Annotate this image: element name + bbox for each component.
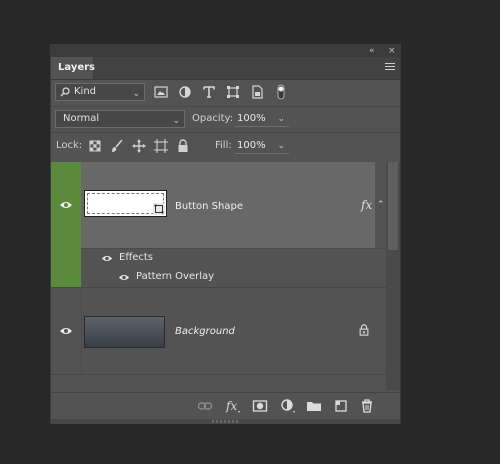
effects-row[interactable]: Effects bbox=[81, 249, 388, 268]
divider bbox=[51, 374, 388, 375]
layers-panel: « × Layers Kind ⌄ Normal ⌄ Opacity: 100%… bbox=[50, 44, 401, 424]
kind-filter-label: Kind bbox=[74, 86, 97, 97]
visibility-toggle[interactable] bbox=[51, 288, 81, 374]
lock-label: Lock: bbox=[56, 140, 83, 151]
lock-row: Lock: Fill: 100% ⌄ bbox=[51, 134, 400, 158]
chevron-down-icon: ⌄ bbox=[277, 114, 285, 124]
chevron-down-icon: ⌄ bbox=[277, 141, 285, 151]
tab-layers[interactable]: Layers bbox=[51, 57, 95, 79]
blend-row: Normal ⌄ Opacity: 100% ⌄ bbox=[51, 107, 400, 131]
lock-icon[interactable] bbox=[358, 324, 370, 336]
fill-label: Fill: bbox=[215, 140, 232, 151]
divider bbox=[51, 132, 400, 133]
filter-row: Kind ⌄ bbox=[51, 79, 400, 105]
collapse-panel-button[interactable]: « bbox=[369, 45, 375, 57]
divider bbox=[81, 288, 82, 374]
image-filter-icon[interactable] bbox=[153, 84, 169, 100]
chevron-down-icon: ⌄ bbox=[172, 116, 180, 126]
svg-text:fx: fx bbox=[225, 399, 237, 413]
layers-list: Button Shape fx ⌃ Effects Pattern Overla… bbox=[51, 162, 400, 392]
close-panel-button[interactable]: × bbox=[388, 45, 396, 57]
panel-title-bar: « × bbox=[51, 45, 400, 57]
lock-image-icon[interactable] bbox=[110, 139, 124, 153]
layer-row-button-shape[interactable]: Button Shape fx ⌃ Effects Pattern Overla… bbox=[51, 162, 388, 287]
layers-bottom-toolbar: fx bbox=[51, 392, 400, 420]
filter-toggle-icon[interactable] bbox=[273, 84, 289, 100]
lock-transparent-icon[interactable] bbox=[88, 139, 102, 153]
visibility-toggle[interactable] bbox=[51, 162, 81, 287]
new-layer-icon[interactable] bbox=[333, 398, 349, 414]
effects-label: Effects bbox=[119, 252, 153, 263]
layer-effects-fx-icon[interactable]: fx bbox=[361, 198, 372, 212]
shape-filter-icon[interactable] bbox=[225, 84, 241, 100]
blend-mode-select[interactable]: Normal ⌄ bbox=[55, 110, 185, 128]
blend-mode-value: Normal bbox=[63, 113, 100, 124]
eye-icon[interactable] bbox=[101, 254, 113, 263]
effect-name: Pattern Overlay bbox=[136, 271, 215, 282]
adjustment-layer-icon[interactable] bbox=[280, 398, 296, 414]
chevron-up-icon[interactable]: ⌃ bbox=[377, 200, 385, 210]
type-filter-icon[interactable] bbox=[201, 84, 217, 100]
layer-thumbnail[interactable] bbox=[84, 190, 167, 217]
layer-row-background[interactable]: Background bbox=[51, 288, 388, 374]
smart-object-filter-icon[interactable] bbox=[249, 84, 265, 100]
add-style-icon[interactable]: fx bbox=[225, 398, 241, 414]
link-layers-icon[interactable] bbox=[197, 398, 213, 414]
panel-resize-grip[interactable] bbox=[51, 419, 400, 424]
eye-icon bbox=[60, 202, 72, 208]
opacity-label: Opacity: bbox=[192, 113, 234, 124]
search-icon bbox=[60, 87, 70, 97]
lock-artboard-icon[interactable] bbox=[154, 139, 168, 153]
adjustment-filter-icon[interactable] bbox=[177, 84, 193, 100]
panel-tab-bar: Layers bbox=[51, 57, 400, 80]
lock-all-icon[interactable] bbox=[176, 139, 190, 153]
scrollbar-thumb[interactable] bbox=[388, 162, 398, 250]
new-group-icon[interactable] bbox=[306, 398, 322, 414]
delete-layer-icon[interactable] bbox=[359, 398, 375, 414]
opacity-value: 100% bbox=[237, 113, 266, 124]
eye-icon bbox=[60, 328, 72, 334]
fill-field[interactable]: 100% ⌄ bbox=[235, 138, 289, 154]
layer-name[interactable]: Background bbox=[175, 326, 235, 337]
fill-value: 100% bbox=[237, 140, 266, 151]
eye-icon[interactable] bbox=[118, 273, 130, 282]
kind-filter-select[interactable]: Kind ⌄ bbox=[55, 83, 145, 101]
opacity-field[interactable]: 100% ⌄ bbox=[235, 111, 289, 127]
effect-row-pattern-overlay[interactable]: Pattern Overlay bbox=[81, 268, 388, 287]
panel-menu-icon[interactable] bbox=[385, 63, 395, 71]
lock-position-icon[interactable] bbox=[132, 139, 146, 153]
add-mask-icon[interactable] bbox=[252, 398, 268, 414]
chevron-down-icon: ⌄ bbox=[132, 89, 140, 99]
shape-layer-badge-icon bbox=[153, 203, 165, 215]
layer-thumbnail[interactable] bbox=[84, 316, 165, 348]
layers-scrollbar[interactable] bbox=[386, 162, 400, 390]
layer-name[interactable]: Button Shape bbox=[175, 201, 243, 212]
